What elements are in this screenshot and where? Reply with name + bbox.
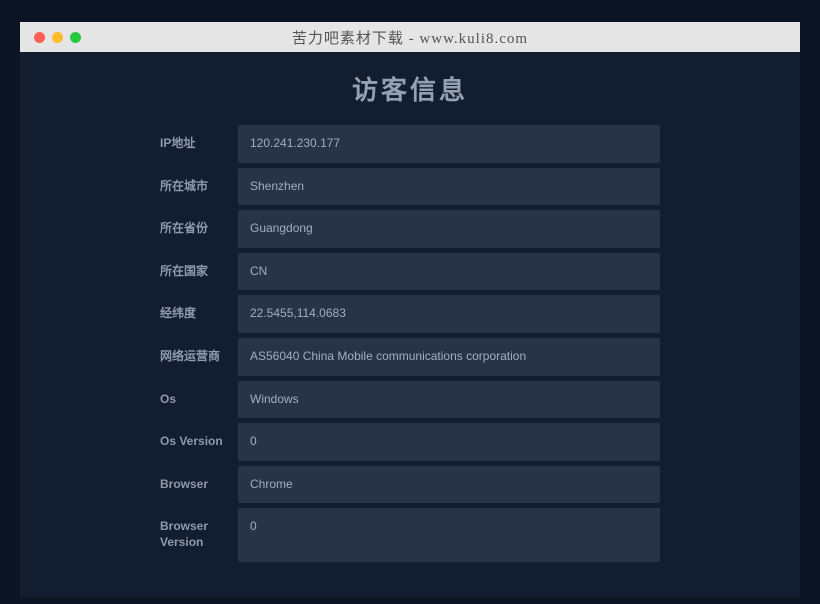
- window-title: 苦力吧素材下载 - www.kuli8.com: [34, 27, 786, 48]
- window-titlebar: 苦力吧素材下载 - www.kuli8.com: [20, 22, 800, 52]
- table-row: 经纬度 22.5455,114.0683: [160, 295, 660, 333]
- row-label: Os: [160, 381, 238, 419]
- row-value: Shenzhen: [238, 168, 660, 206]
- row-value: 0: [238, 508, 660, 561]
- row-label: Browser: [160, 466, 238, 504]
- table-row: 网络运营商 AS56040 China Mobile communication…: [160, 338, 660, 376]
- minimize-icon[interactable]: [52, 32, 63, 43]
- table-row: Browser Version 0: [160, 508, 660, 561]
- maximize-icon[interactable]: [70, 32, 81, 43]
- table-row: 所在国家 CN: [160, 253, 660, 291]
- row-label: IP地址: [160, 125, 238, 163]
- row-value: 22.5455,114.0683: [238, 295, 660, 333]
- row-value: 120.241.230.177: [238, 125, 660, 163]
- row-label: 经纬度: [160, 295, 238, 333]
- table-row: Browser Chrome: [160, 466, 660, 504]
- row-label: Os Version: [160, 423, 238, 461]
- table-row: 所在城市 Shenzhen: [160, 168, 660, 206]
- window-content: 访客信息 IP地址 120.241.230.177 所在城市 Shenzhen …: [20, 52, 800, 597]
- table-row: 所在省份 Guangdong: [160, 210, 660, 248]
- row-value: Guangdong: [238, 210, 660, 248]
- row-label: 所在省份: [160, 210, 238, 248]
- row-value: CN: [238, 253, 660, 291]
- close-icon[interactable]: [34, 32, 45, 43]
- row-label: Browser Version: [160, 508, 238, 561]
- page-title: 访客信息: [20, 70, 800, 107]
- app-window: 苦力吧素材下载 - www.kuli8.com 访客信息 IP地址 120.24…: [20, 22, 800, 597]
- visitor-info-table: IP地址 120.241.230.177 所在城市 Shenzhen 所在省份 …: [160, 125, 660, 562]
- row-label: 所在国家: [160, 253, 238, 291]
- table-row: Os Windows: [160, 381, 660, 419]
- traffic-lights: [34, 32, 81, 43]
- row-label: 网络运营商: [160, 338, 238, 376]
- row-label: 所在城市: [160, 168, 238, 206]
- row-value: AS56040 China Mobile communications corp…: [238, 338, 660, 376]
- row-value: Chrome: [238, 466, 660, 504]
- row-value: Windows: [238, 381, 660, 419]
- table-row: IP地址 120.241.230.177: [160, 125, 660, 163]
- table-row: Os Version 0: [160, 423, 660, 461]
- row-value: 0: [238, 423, 660, 461]
